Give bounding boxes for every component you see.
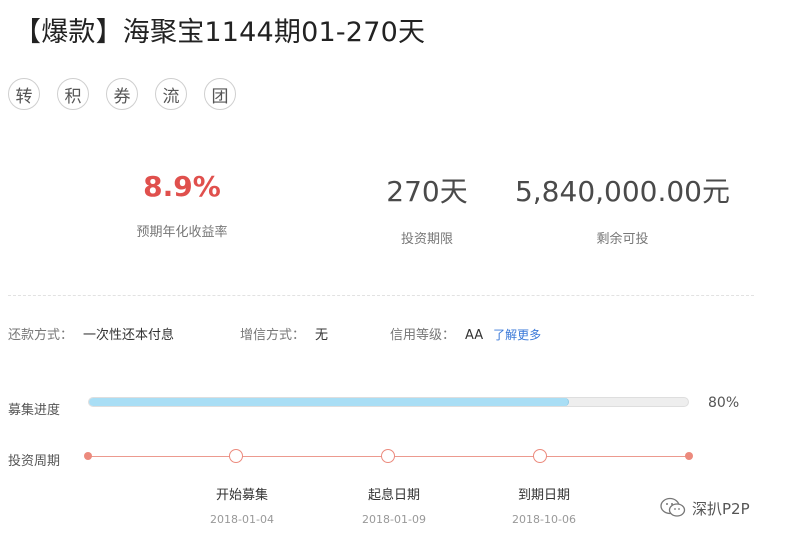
watermark-text: 深扒P2P [692, 499, 750, 518]
tag-points[interactable]: 积 [57, 78, 89, 110]
tag-transfer[interactable]: 转 [8, 78, 40, 110]
feature-tags: 转 积 券 流 团 [8, 78, 236, 110]
term-value: 270天 [386, 175, 468, 208]
stat-rate: 8.9% 预期年化收益率 [112, 170, 252, 240]
guarantee-info: 增信方式： 无 [240, 324, 328, 343]
timeline-end-dot [685, 452, 693, 460]
tag-group[interactable]: 团 [204, 78, 236, 110]
remaining-value: 5,840,000.00元 [514, 175, 731, 208]
credit-label: 信用等级： [390, 328, 456, 343]
progress-label: 募集进度 [8, 403, 61, 418]
section-divider [8, 295, 754, 296]
progress-bar [88, 397, 689, 407]
tag-coupon[interactable]: 券 [106, 78, 138, 110]
rate-label: 预期年化收益率 [136, 225, 228, 240]
repay-value: 一次性还本付息 [83, 328, 175, 343]
tag-liquidity[interactable]: 流 [155, 78, 187, 110]
stat-remaining: 5,840,000.00元 剩余可投 [505, 170, 740, 247]
timeline-start-dot [84, 452, 92, 460]
guarantee-value: 无 [315, 328, 329, 343]
milestone-date: 2018-01-09 [362, 513, 426, 526]
milestone-label: 到期日期 [517, 488, 570, 503]
milestone-label: 开始募集 [215, 488, 268, 503]
repay-label: 还款方式： [8, 328, 74, 343]
guarantee-label: 增信方式： [240, 328, 306, 343]
timeline-node-start [229, 449, 243, 463]
watermark: 深扒P2P [660, 497, 750, 519]
milestone-date: 2018-10-06 [512, 513, 576, 526]
timeline-node-maturity [533, 449, 547, 463]
learn-more-link[interactable]: 了解更多 [493, 328, 541, 342]
progress-fill [89, 398, 570, 406]
wechat-icon [660, 497, 686, 517]
period-label: 投资周期 [8, 454, 61, 469]
credit-info: 信用等级： AA 了解更多 [390, 324, 541, 343]
page-title: 【爆款】海聚宝1144期01-270天 [14, 17, 426, 48]
milestone-date: 2018-01-04 [210, 513, 274, 526]
credit-value: AA [465, 328, 484, 343]
term-label: 投资期限 [400, 232, 453, 247]
timeline-node-interest [381, 449, 395, 463]
remaining-label: 剩余可投 [596, 232, 649, 247]
repay-info: 还款方式： 一次性还本付息 [8, 324, 174, 343]
rate-value: 8.9% [143, 170, 221, 203]
progress-percent: 80% [708, 395, 740, 411]
stat-term: 270天 投资期限 [367, 170, 487, 247]
milestone-label: 起息日期 [367, 488, 420, 503]
